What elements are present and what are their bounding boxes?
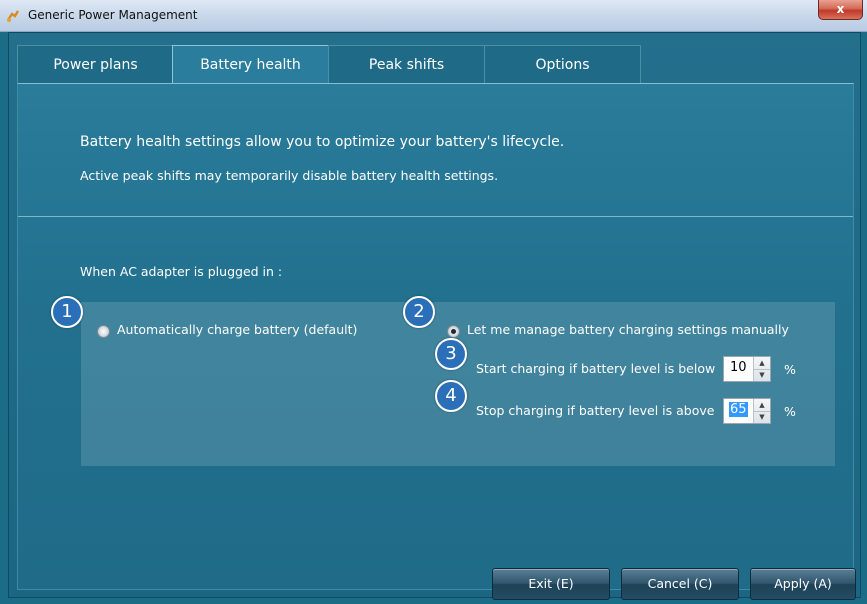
close-button[interactable]: x [818, 0, 863, 20]
stop-percent-unit: % [784, 404, 796, 419]
exit-button[interactable]: Exit (E) [492, 568, 610, 600]
start-stepper-buttons: ▲ ▼ [753, 357, 770, 381]
tab-power-plans[interactable]: Power plans [17, 45, 174, 84]
apply-button[interactable]: Apply (A) [750, 568, 856, 600]
start-percent-unit: % [784, 362, 796, 377]
manual-charge-radio[interactable] [447, 325, 460, 338]
tab-peak-shifts[interactable]: Peak shifts [328, 45, 485, 84]
start-charging-stepper[interactable]: 10 ▲ ▼ [723, 356, 771, 382]
ac-adapter-label: When AC adapter is plugged in : [80, 264, 283, 279]
battery-description: Battery health settings allow you to opt… [80, 134, 565, 150]
section-divider [18, 216, 853, 217]
callout-badge-3: 3 [435, 338, 467, 370]
callout-badge-4: 4 [435, 380, 467, 412]
callout-badge-1: 1 [51, 296, 83, 328]
peak-shift-note: Active peak shifts may temporarily disab… [80, 168, 499, 183]
tab-battery-health[interactable]: Battery health [172, 45, 329, 84]
window-title: Generic Power Management [28, 8, 198, 22]
battery-health-panel: Battery health settings allow you to opt… [17, 83, 854, 590]
auto-charge-radio[interactable] [97, 325, 110, 338]
charging-options-panel: 1 Automatically charge battery (default)… [51, 296, 835, 466]
start-charging-value[interactable]: 10 [730, 360, 747, 375]
start-decrement-button[interactable]: ▼ [754, 369, 770, 381]
stop-charging-stepper[interactable]: 65 ▲ ▼ [723, 398, 771, 424]
tab-options[interactable]: Options [484, 45, 641, 84]
start-charging-label: Start charging if battery level is below [476, 361, 716, 376]
stop-stepper-buttons: ▲ ▼ [753, 399, 770, 423]
title-bar: Generic Power Management x [0, 0, 867, 32]
manual-charge-label[interactable]: Let me manage battery charging settings … [467, 322, 789, 337]
power-app-icon [7, 10, 20, 22]
main-window: Power plans Battery health Peak shifts O… [8, 32, 861, 600]
auto-charge-label[interactable]: Automatically charge battery (default) [117, 322, 357, 337]
cancel-button[interactable]: Cancel (C) [621, 568, 739, 600]
stop-charging-value[interactable]: 65 [729, 402, 748, 417]
stop-decrement-button[interactable]: ▼ [754, 411, 770, 423]
stop-charging-label: Stop charging if battery level is above [476, 403, 715, 418]
callout-badge-2: 2 [403, 296, 435, 328]
